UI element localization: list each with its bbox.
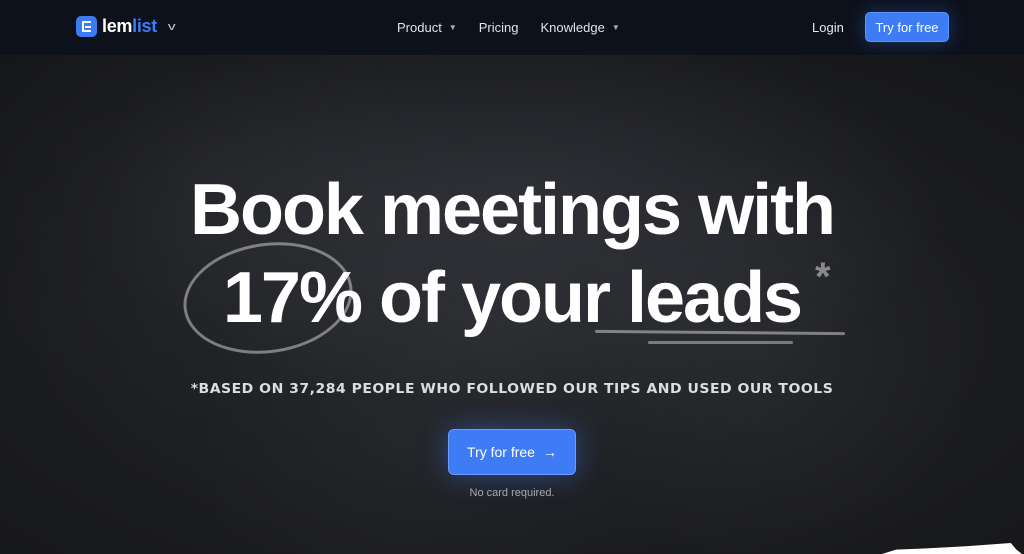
underlined-word: leads [626,258,803,338]
asterisk-mark: * [815,255,831,299]
logo-text-part2: list [132,16,157,36]
try-for-free-nav-button[interactable]: Try for free [865,12,949,42]
chevron-down-icon: ▼ [611,23,620,32]
nav-item-label: Knowledge [540,20,605,35]
lemlist-logo-icon [76,16,97,37]
logo-link[interactable]: lemlist v [76,16,176,37]
logo-wordmark: lemlist [102,16,157,37]
nav-item-pricing[interactable]: Pricing [479,20,519,35]
headline-middle-text: of your [360,258,627,338]
login-link[interactable]: Login [812,20,844,35]
nav-item-label: Product [397,20,442,35]
chalk-underline-secondary [648,341,793,344]
cta-label: Try for free [467,444,535,460]
footnote-text: *BASED ON 37,284 PEOPLE WHO FOLLOWED OUR… [190,381,834,397]
chevron-down-icon: ▼ [448,23,457,32]
try-for-free-hero-button[interactable]: Try for free → [448,429,576,475]
headline-line-2: 17% of your leads [0,262,1024,334]
chevron-down-icon[interactable]: v [168,21,176,33]
headline-line-1: Book meetings with [189,170,836,250]
main-menu: Product ▼ Pricing Knowledge ▼ [397,20,620,35]
arrow-right-icon: → [542,444,557,460]
nav-item-label: Pricing [478,20,519,35]
top-navigation: lemlist v Product ▼ Pricing Knowledge ▼ … [0,0,1024,55]
nav-item-product[interactable]: Product ▼ [397,20,457,35]
highlight-percentage: 17% [222,258,363,338]
nav-item-knowledge[interactable]: Knowledge ▼ [540,20,619,35]
logo-text-part1: lem [102,16,133,36]
no-card-required-text: No card required. [469,487,555,499]
